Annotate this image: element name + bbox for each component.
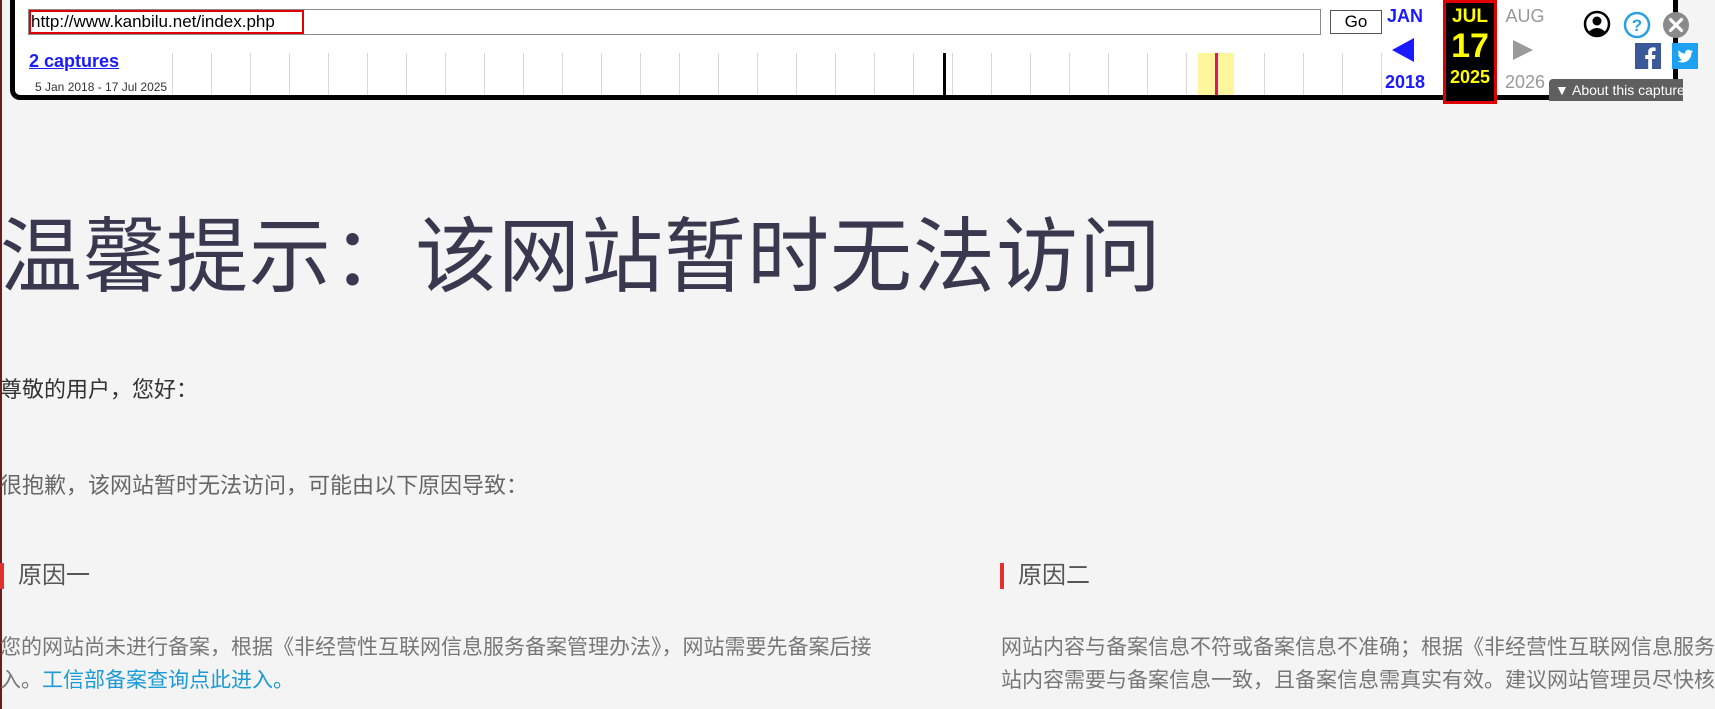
intro-text: 很抱歉，该网站暂时无法访问，可能由以下原因导致： [0, 473, 529, 498]
sparkline-gridline [211, 53, 212, 95]
sparkline-gridline [1108, 53, 1109, 95]
greeting-text: 尊敬的用户，您好： [0, 377, 199, 402]
sparkline-gridline [250, 53, 251, 95]
reason-one-heading: 原因一 [0, 563, 90, 589]
sparkline-gridline [874, 53, 875, 95]
sparkline-gridline [679, 53, 680, 95]
next-month-label: AUG [1505, 6, 1545, 26]
sparkline-gridline [1069, 53, 1070, 95]
about-capture-button[interactable]: ▼ About this capture [1549, 79, 1685, 101]
sparkline-gridline [445, 53, 446, 95]
reason-two-heading: 原因二 [1000, 563, 1090, 589]
page-title: 温馨提示：该网站暂时无法访问 [0, 212, 1163, 303]
sparkline-gridline [562, 53, 563, 95]
svg-text:?: ? [1632, 16, 1642, 35]
next-year-label: 2026 [1504, 72, 1546, 92]
reason-one-line1: 您的网站尚未进行备案，根据《非经营性互联网信息服务备案管理办法》，网站需要先备案… [0, 636, 872, 659]
sparkline-gridline [1342, 53, 1343, 95]
reason-two-line1: 网站内容与备案信息不符或备案信息不准确；根据《非经营性互联网信息服务备案管理办法… [1001, 636, 1715, 659]
prev-year-link[interactable]: 2018 [1379, 72, 1431, 93]
next-capture-arrow-icon [1513, 40, 1533, 60]
triangle-down-icon: ▼ [1555, 82, 1569, 98]
prev-capture-arrow-icon[interactable] [1390, 36, 1418, 64]
sparkline-gridline [991, 53, 992, 95]
sparkline-gridline [406, 53, 407, 95]
current-year: 2025 [1449, 67, 1491, 87]
sparkline-gridline [1186, 53, 1187, 95]
sparkline-gridline [289, 53, 290, 95]
captures-link[interactable]: 2 captures [29, 51, 119, 72]
current-day: 17 [1451, 27, 1489, 65]
sparkline-gridline [172, 53, 173, 95]
user-icon[interactable] [1583, 10, 1611, 38]
sparkline-gridline [328, 53, 329, 95]
sparkline-gridline [757, 53, 758, 95]
current-capture-marker[interactable] [1215, 53, 1218, 95]
wayback-toolbar: Go 2 captures 5 Jan 2018 - 17 Jul 2025 J… [10, 0, 1698, 104]
reason-two-text: 网站内容与备案信息不符或备案信息不准确；根据《非经营性互联网信息服务备案管理办法… [1001, 631, 1715, 697]
prev-month-link[interactable]: JAN [1379, 6, 1431, 27]
sparkline-gridline [1264, 53, 1265, 95]
current-capture-date: JUL 17 2025 [1443, 0, 1497, 104]
sparkline-gridline [1030, 53, 1031, 95]
sparkline-gridline [1303, 53, 1304, 95]
about-capture-label: About this capture [1571, 82, 1685, 98]
sparkline-gridline [835, 53, 836, 95]
twitter-icon[interactable] [1672, 43, 1698, 69]
page-left-edge [0, 0, 2, 709]
help-icon[interactable]: ? [1623, 11, 1651, 39]
sparkline-gridline [952, 53, 953, 95]
capture-date-range: 5 Jan 2018 - 17 Jul 2025 [35, 80, 168, 94]
reason-one-line2: 入。工信部备案查询点此进入。 [0, 664, 940, 697]
reason-two-line2: 站内容需要与备案信息一致，且备案信息需真实有效。建议网站管理员尽快核实备案信息 [1001, 669, 1715, 692]
sparkline-gridline [484, 53, 485, 95]
close-icon[interactable] [1662, 11, 1690, 39]
capture-marker[interactable] [943, 53, 946, 95]
sparkline-gridline [523, 53, 524, 95]
reason-one-text: 您的网站尚未进行备案，根据《非经营性互联网信息服务备案管理办法》，网站需要先备案… [0, 631, 940, 697]
sparkline-gridline [367, 53, 368, 95]
current-month: JUL [1452, 6, 1488, 27]
sparkline-gridline [601, 53, 602, 95]
go-button[interactable]: Go [1330, 10, 1382, 34]
sparkline-gridline [640, 53, 641, 95]
sparkline-gridline [718, 53, 719, 95]
miit-lookup-link[interactable]: 工信部备案查询点此进入。 [42, 669, 294, 692]
facebook-icon[interactable] [1635, 43, 1661, 69]
url-input[interactable] [28, 9, 1321, 35]
sparkline-gridline [796, 53, 797, 95]
capture-sparkline[interactable] [172, 53, 1390, 95]
sparkline-gridline [1147, 53, 1148, 95]
reason-one-line2-prefix: 入。 [0, 669, 42, 692]
sparkline-gridline [913, 53, 914, 95]
